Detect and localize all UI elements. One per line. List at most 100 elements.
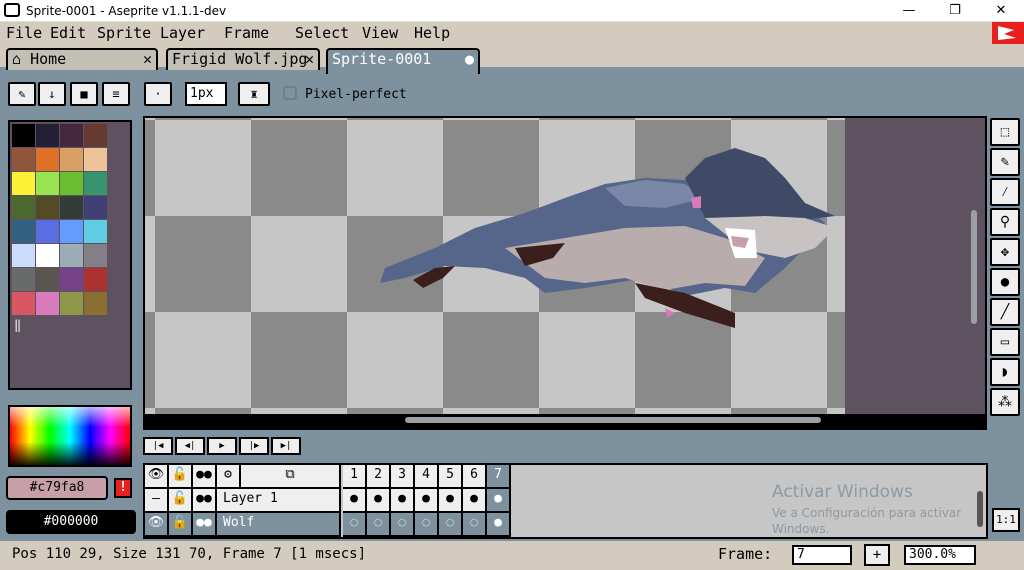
scroll-thumb[interactable] <box>405 417 821 423</box>
palette-swatch[interactable] <box>12 268 35 291</box>
palette-swatch[interactable] <box>36 172 59 195</box>
palette-swatch[interactable] <box>84 244 107 267</box>
aseprite-flag-icon[interactable] <box>992 22 1024 44</box>
palette-swatch[interactable] <box>12 292 35 315</box>
pencil-icon[interactable]: ✎ <box>990 148 1020 176</box>
first-frame-icon[interactable]: |◀ <box>143 437 173 455</box>
frame-header-5[interactable]: 5 <box>439 465 463 489</box>
layer-name[interactable]: Wolf <box>217 513 341 537</box>
vertical-scrollbar[interactable] <box>971 210 977 324</box>
foreground-color-button[interactable]: #c79fa8 <box>6 476 108 500</box>
zoom-icon[interactable]: ⚲ <box>990 208 1020 236</box>
warning-icon[interactable]: ! <box>114 478 132 498</box>
cel-filled-icon[interactable]: ● <box>391 489 415 513</box>
sprite-canvas[interactable] <box>145 118 845 414</box>
menu-select[interactable]: Select <box>295 24 349 42</box>
tab-sprite-0001[interactable]: Sprite-0001 ● <box>326 48 480 74</box>
palette-swatch[interactable] <box>36 244 59 267</box>
brush-type-button[interactable]: · <box>144 82 172 106</box>
frame-header-2[interactable]: 2 <box>367 465 391 489</box>
lock-icon[interactable]: 🔓 <box>169 513 193 537</box>
cel-filled-icon[interactable]: ● <box>367 489 391 513</box>
menu-view[interactable]: View <box>362 24 398 42</box>
move-icon[interactable]: ✥ <box>990 238 1020 266</box>
cel-selected-icon[interactable]: ● <box>487 513 511 537</box>
menu-help[interactable]: Help <box>414 24 450 42</box>
layers-icon[interactable]: ⧉ <box>241 465 341 489</box>
tab-frigid-wolf[interactable]: Frigid Wolf.jpg ✕ <box>166 48 320 70</box>
palette-swatch[interactable] <box>84 124 107 147</box>
palette-swatch[interactable] <box>12 124 35 147</box>
palette-swatch[interactable] <box>84 148 107 171</box>
palette-swatch[interactable] <box>84 172 107 195</box>
cel-selected-icon[interactable]: ● <box>487 489 511 513</box>
palette-swatch[interactable] <box>60 172 83 195</box>
prev-frame-icon[interactable]: ◀| <box>175 437 205 455</box>
eraser-icon[interactable]: ✎ <box>8 82 36 106</box>
add-frame-button[interactable]: + <box>864 544 890 566</box>
layer-row-wolf[interactable]: 👁 🔓 ●● Wolf ○ ○ ○ ○ ○ ○ ● <box>145 513 513 537</box>
palette-swatch[interactable] <box>36 220 59 243</box>
continuous-icon[interactable]: ●● <box>193 489 217 513</box>
palette-swatch[interactable] <box>36 196 59 219</box>
folder-icon[interactable]: ■ <box>70 82 98 106</box>
menu-layer[interactable]: Layer <box>160 24 205 42</box>
zoom-reset-button[interactable]: 1:1 <box>992 508 1020 532</box>
cel-filled-icon[interactable]: ● <box>343 489 367 513</box>
horizontal-scrollbar[interactable] <box>145 414 985 428</box>
visibility-icon[interactable]: 👁 <box>145 513 169 537</box>
menu-file[interactable]: File <box>6 24 42 42</box>
palette-swatch[interactable] <box>60 244 83 267</box>
frame-header-3[interactable]: 3 <box>391 465 415 489</box>
cel-empty-icon[interactable]: ○ <box>391 513 415 537</box>
palette-swatch[interactable] <box>60 124 83 147</box>
palette-swatch[interactable] <box>84 292 107 315</box>
ink-icon[interactable]: ♜ <box>238 82 270 106</box>
visibility-icon[interactable]: 👁 <box>145 465 169 489</box>
palette-swatch[interactable] <box>12 172 35 195</box>
palette-swatch[interactable] <box>36 292 59 315</box>
frame-header-6[interactable]: 6 <box>463 465 487 489</box>
cel-filled-icon[interactable]: ● <box>463 489 487 513</box>
drop-icon[interactable]: ↓ <box>38 82 66 106</box>
menu-frame[interactable]: Frame <box>224 24 269 42</box>
eyedropper-icon[interactable]: ⁄ <box>990 178 1020 206</box>
palette-swatch[interactable] <box>60 220 83 243</box>
palette-swatch[interactable] <box>84 268 107 291</box>
lock-icon[interactable]: 🔓 <box>169 489 193 513</box>
cel-empty-icon[interactable]: ○ <box>367 513 391 537</box>
zoom-input[interactable]: 300.0% <box>904 545 976 565</box>
minimize-button[interactable]: — <box>886 0 932 22</box>
menu-sprite[interactable]: Sprite <box>97 24 151 42</box>
bucket-icon[interactable]: ● <box>990 268 1020 296</box>
palette-swatch[interactable] <box>36 124 59 147</box>
modified-dot-icon[interactable]: ● <box>465 50 474 68</box>
menu-edit[interactable]: Edit <box>50 24 86 42</box>
palette-swatch[interactable] <box>12 148 35 171</box>
frame-header-7[interactable]: 7 <box>487 465 511 489</box>
palette-swatch[interactable] <box>60 268 83 291</box>
cel-empty-icon[interactable]: ○ <box>439 513 463 537</box>
cel-empty-icon[interactable]: ○ <box>463 513 487 537</box>
continuous-icon[interactable]: ●● <box>193 465 217 489</box>
timeline-scrollbar[interactable] <box>977 491 983 527</box>
close-tab-icon[interactable]: ✕ <box>305 50 314 68</box>
play-icon[interactable]: ▶ <box>207 437 237 455</box>
close-window-button[interactable]: ✕ <box>978 0 1024 22</box>
list-icon[interactable]: ≡ <box>102 82 130 106</box>
next-frame-icon[interactable]: |▶ <box>239 437 269 455</box>
pixel-perfect-checkbox[interactable] <box>283 86 297 100</box>
palette-swatch[interactable] <box>36 268 59 291</box>
hidden-eye-icon[interactable]: – <box>145 489 169 513</box>
palette-resize-handle[interactable]: ‖ <box>14 318 21 332</box>
blur-icon[interactable]: ⁂ <box>990 388 1020 416</box>
line-icon[interactable]: ╱ <box>990 298 1020 326</box>
last-frame-icon[interactable]: ▶| <box>271 437 301 455</box>
frame-number-input[interactable]: 7 <box>792 545 852 565</box>
palette-swatch[interactable] <box>60 292 83 315</box>
layer-name[interactable]: Layer 1 <box>217 489 341 513</box>
palette-swatch[interactable] <box>12 196 35 219</box>
palette-swatch[interactable] <box>12 244 35 267</box>
color-spectrum[interactable] <box>8 405 132 467</box>
lock-icon[interactable]: 🔓 <box>169 465 193 489</box>
